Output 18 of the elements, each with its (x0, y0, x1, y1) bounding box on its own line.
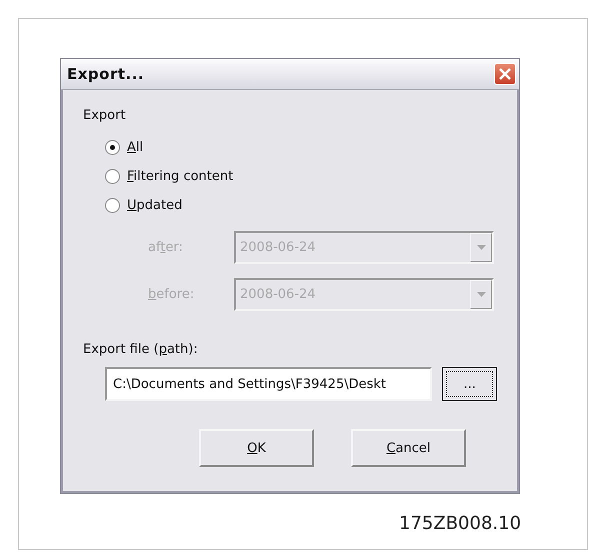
radio-button[interactable] (105, 140, 120, 155)
date-label: before: (148, 287, 196, 302)
cancel-button[interactable]: Cancel (351, 429, 466, 467)
radio-option[interactable]: Filtering content (105, 162, 497, 191)
path-label: Export file (path): (83, 342, 199, 357)
radio-button[interactable] (105, 169, 120, 184)
date-label: after: (148, 240, 184, 255)
radio-option[interactable]: Updated (105, 191, 497, 220)
group-label: Export (83, 108, 127, 123)
window-title: Export... (67, 65, 144, 83)
figure-code: 175ZB008.10 (399, 513, 522, 534)
path-field[interactable]: C:\Documents and Settings\F39425\Deskt (105, 367, 432, 401)
close-icon[interactable] (498, 67, 512, 81)
radio-button[interactable] (105, 198, 120, 213)
radio-option[interactable]: All (105, 133, 497, 162)
close-button[interactable] (494, 63, 516, 85)
ok-button[interactable]: OK (199, 429, 314, 467)
browse-button[interactable]: ... (442, 367, 497, 401)
